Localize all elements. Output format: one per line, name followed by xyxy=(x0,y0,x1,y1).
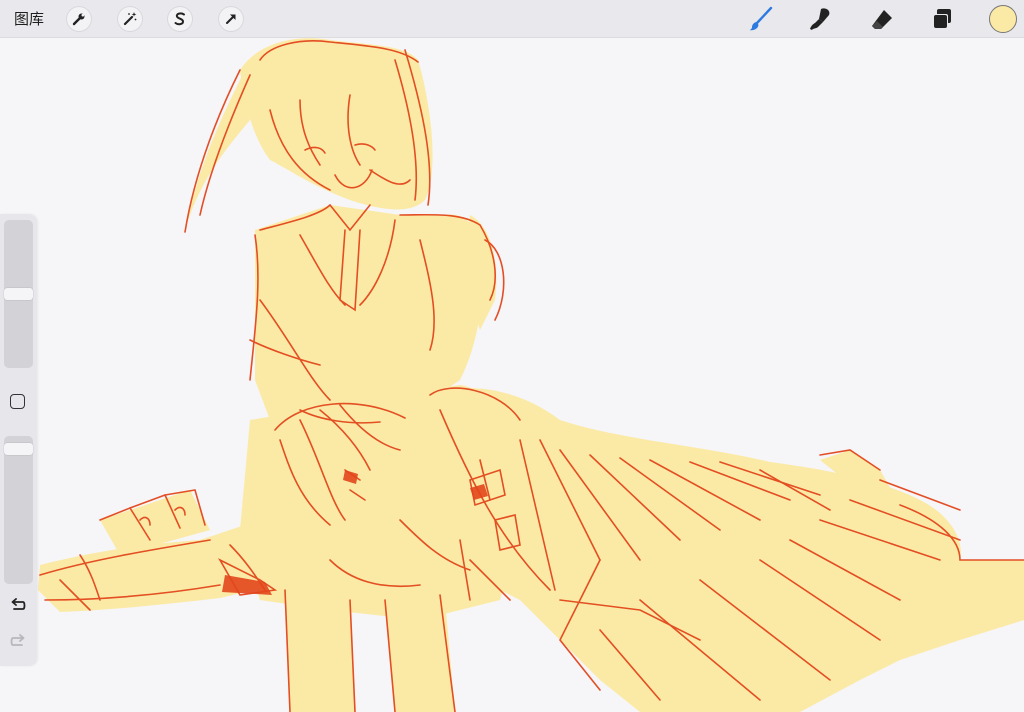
eraser-button[interactable] xyxy=(868,5,896,33)
opacity-thumb[interactable] xyxy=(4,443,33,455)
opacity-slider[interactable] xyxy=(4,436,33,584)
redo-button[interactable] xyxy=(8,632,28,652)
actions-button[interactable] xyxy=(66,6,92,32)
selection-s-icon xyxy=(174,12,185,26)
smudge-button[interactable] xyxy=(807,5,835,33)
brush-icon xyxy=(749,6,773,31)
layers-icon xyxy=(933,9,951,29)
layers-button[interactable] xyxy=(928,5,956,33)
magic-wand-icon xyxy=(123,12,137,26)
redo-icon xyxy=(10,634,25,646)
wrench-icon xyxy=(72,13,85,26)
transform-button[interactable] xyxy=(218,6,244,32)
modify-button[interactable] xyxy=(10,394,25,409)
arrow-cursor-icon xyxy=(226,14,236,24)
undo-button[interactable] xyxy=(8,596,28,616)
eraser-icon xyxy=(872,10,892,29)
sketch-artwork xyxy=(38,38,1024,712)
undo-icon xyxy=(11,598,26,610)
left-sidebar xyxy=(0,214,37,666)
brush-button[interactable] xyxy=(747,5,775,33)
adjustments-button[interactable] xyxy=(117,6,143,32)
gallery-button[interactable]: 图库 xyxy=(14,9,44,29)
smudge-icon xyxy=(810,8,830,30)
top-toolbar: 图库 xyxy=(0,0,1024,38)
brush-size-slider[interactable] xyxy=(4,220,33,368)
brush-size-thumb[interactable] xyxy=(4,288,33,300)
color-picker-button[interactable] xyxy=(989,5,1017,33)
selection-button[interactable] xyxy=(167,6,193,32)
drawing-canvas[interactable] xyxy=(0,38,1024,712)
